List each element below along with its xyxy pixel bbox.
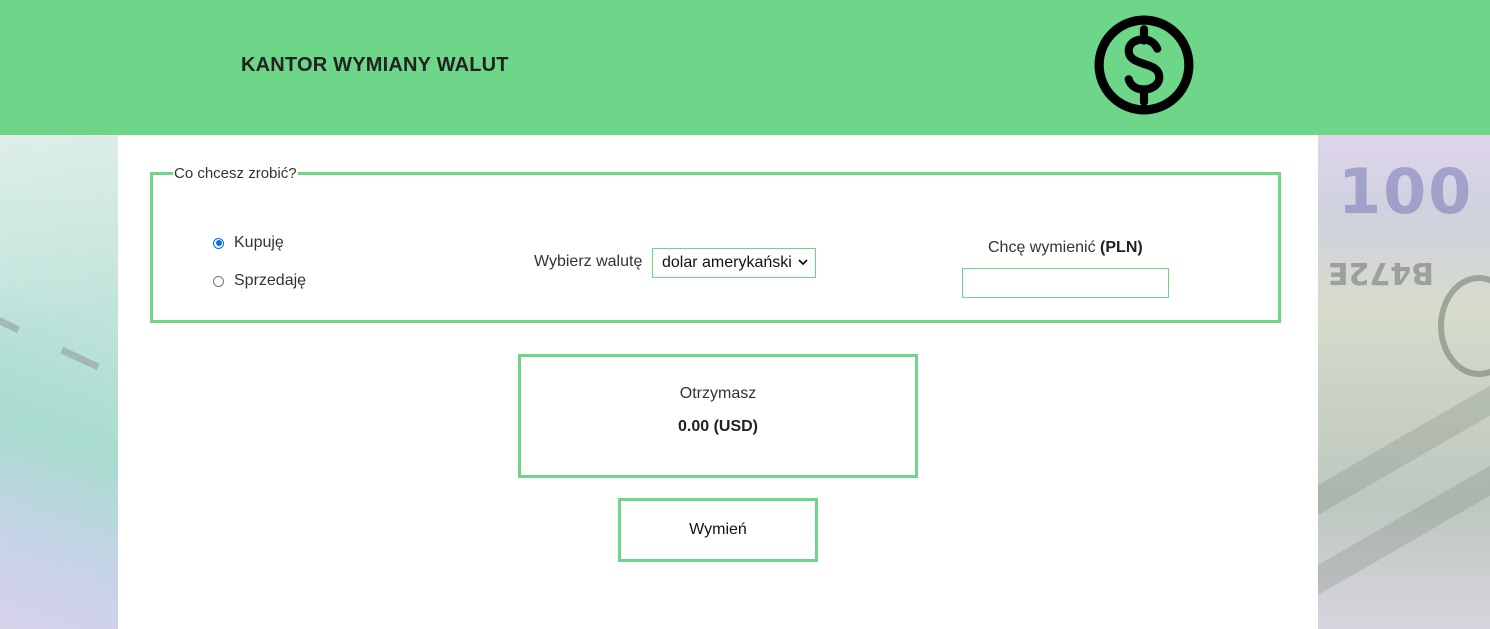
currency-label: Wybierz walutę bbox=[534, 253, 643, 270]
exchange-button[interactable]: Wymień bbox=[618, 498, 818, 562]
background-banknote-right: 100 B472E bbox=[1318, 135, 1490, 629]
result-value: 0.00 (USD) bbox=[677, 418, 759, 435]
amount-label-text: Chcę wymienić bbox=[988, 239, 1096, 256]
result-box: Otrzymasz 0.00 (USD) bbox=[518, 354, 918, 478]
banknote-decoration: 100 bbox=[1338, 155, 1474, 228]
fieldset-legend: Co chcesz zrobić? bbox=[174, 165, 297, 182]
amount-input[interactable] bbox=[962, 268, 1169, 298]
page-title: KANTOR WYMIANY WALUT bbox=[241, 54, 509, 76]
radio-sell-row[interactable]: Sprzedaję bbox=[213, 272, 306, 290]
currency-select-value: dolar amerykański bbox=[662, 254, 792, 271]
amount-label-unit: (PLN) bbox=[1100, 239, 1143, 256]
main-panel: Co chcesz zrobić? Kupuję Sprzedaję Wybie… bbox=[118, 135, 1318, 629]
radio-sell[interactable] bbox=[213, 275, 224, 287]
radio-sell-label: Sprzedaję bbox=[234, 272, 307, 289]
radio-buy[interactable] bbox=[213, 237, 224, 249]
banknote-seal-decoration bbox=[1438, 275, 1490, 377]
currency-select[interactable]: dolar amerykański bbox=[652, 248, 816, 278]
background-banknote-left bbox=[0, 135, 118, 629]
amount-label: Chcę wymienić (PLN) bbox=[988, 239, 1143, 257]
chevron-down-icon bbox=[798, 259, 808, 266]
header-bar: KANTOR WYMIANY WALUT bbox=[0, 0, 1490, 135]
operation-fieldset: Co chcesz zrobić? Kupuję Sprzedaję Wybie… bbox=[150, 165, 1281, 323]
radio-buy-label: Kupuję bbox=[234, 234, 284, 251]
dollar-circle-icon bbox=[1094, 15, 1194, 115]
radio-buy-row[interactable]: Kupuję bbox=[213, 234, 284, 252]
banknote-serial-decoration: B472E bbox=[1328, 255, 1434, 290]
result-label: Otrzymasz bbox=[679, 385, 757, 402]
